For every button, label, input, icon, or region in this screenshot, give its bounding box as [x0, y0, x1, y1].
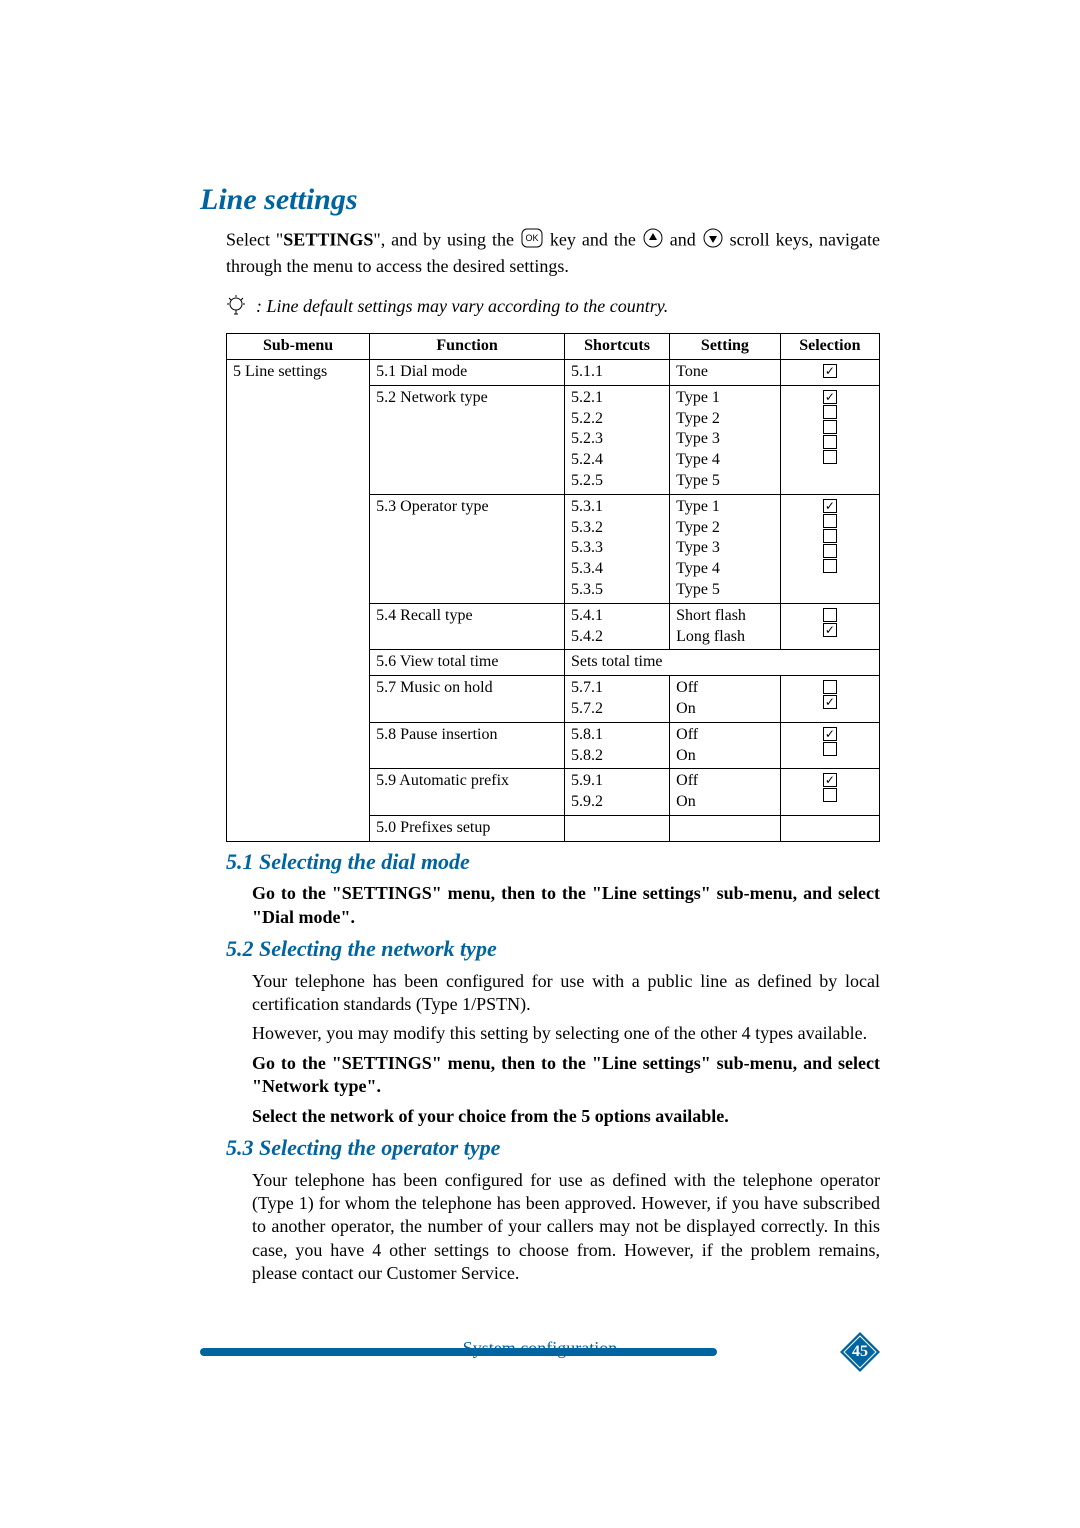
checkbox-icon — [823, 608, 837, 622]
note-text: : Line default settings may vary accordi… — [256, 295, 668, 318]
setting-cell: OffOn — [670, 676, 781, 723]
function-cell: 5.7 Music on hold — [370, 676, 565, 723]
setting-cell — [670, 815, 781, 841]
checkbox-icon — [823, 405, 837, 419]
shortcuts-cell: 5.3.15.3.25.3.35.3.45.3.5 — [564, 494, 669, 603]
checkbox-icon: ✓ — [823, 499, 837, 513]
shortcuts-cell — [564, 815, 669, 841]
checkbox-icon: ✓ — [823, 390, 837, 404]
intro-text: Select " — [226, 229, 283, 249]
checkbox-icon: ✓ — [823, 773, 837, 787]
setting-cell: OffOn — [670, 722, 781, 769]
intro-paragraph: Select "SETTINGS", and by using the OK k… — [226, 227, 880, 279]
shortcuts-cell: 5.7.15.7.2 — [564, 676, 669, 723]
function-cell: 5.8 Pause insertion — [370, 722, 565, 769]
selection-cell: ✓ — [780, 494, 879, 603]
section-5-2-p1: Your telephone has been configured for u… — [252, 970, 880, 1017]
selection-cell: ✓ — [780, 769, 879, 816]
checkbox-icon — [823, 788, 837, 802]
selection-cell: ✓ — [780, 603, 879, 650]
checkbox-icon: ✓ — [823, 695, 837, 709]
checkbox-icon: ✓ — [823, 364, 837, 378]
section-5-3-title: 5.3 Selecting the operator type — [226, 1134, 880, 1163]
function-cell: 5.2 Network type — [370, 385, 565, 494]
table-row: 5 Line settings5.1 Dial mode5.1.1Tone✓ — [227, 359, 880, 385]
section-5-2-p4: Select the network of your choice from t… — [252, 1105, 880, 1128]
page-footer: System configuration 45 — [200, 1338, 880, 1368]
function-cell: 5.6 View total time — [370, 650, 565, 676]
section-5-3-p1: Your telephone has been configured for u… — [252, 1169, 880, 1286]
shortcuts-cell: 5.1.1 — [564, 359, 669, 385]
selection-cell: ✓ — [780, 385, 879, 494]
shortcuts-cell: 5.8.15.8.2 — [564, 722, 669, 769]
up-arrow-key-icon — [642, 227, 664, 255]
function-cell: 5.3 Operator type — [370, 494, 565, 603]
checkbox-icon: ✓ — [823, 623, 837, 637]
function-cell: 5.4 Recall type — [370, 603, 565, 650]
line-settings-table: Sub-menu Function Shortcuts Setting Sele… — [226, 333, 880, 842]
section-5-2-title: 5.2 Selecting the network type — [226, 935, 880, 964]
setting-cell: Short flashLong flash — [670, 603, 781, 650]
intro-text: and — [664, 229, 702, 249]
span-cell: Sets total time — [564, 650, 879, 676]
checkbox-icon — [823, 514, 837, 528]
page-number-badge: 45 — [840, 1332, 880, 1372]
section-5-2-p3: Go to the "SETTINGS" menu, then to the "… — [252, 1052, 880, 1099]
selection-cell — [780, 815, 879, 841]
col-function: Function — [370, 334, 565, 360]
checkbox-icon — [823, 435, 837, 449]
checkbox-icon — [823, 742, 837, 756]
checkbox-icon — [823, 529, 837, 543]
function-cell: 5.1 Dial mode — [370, 359, 565, 385]
setting-cell: Type 1Type 2Type 3Type 4Type 5 — [670, 494, 781, 603]
section-5-1-title: 5.1 Selecting the dial mode — [226, 848, 880, 877]
setting-cell: OffOn — [670, 769, 781, 816]
shortcuts-cell: 5.9.15.9.2 — [564, 769, 669, 816]
down-arrow-key-icon — [702, 227, 724, 255]
selection-cell: ✓ — [780, 359, 879, 385]
checkbox-icon — [823, 544, 837, 558]
section-5-1-p1: Go to the "SETTINGS" menu, then to the "… — [252, 882, 880, 929]
footer-label: System configuration — [200, 1338, 880, 1359]
settings-word: SETTINGS — [283, 229, 373, 249]
checkbox-icon — [823, 420, 837, 434]
page-number: 45 — [840, 1332, 880, 1372]
col-setting: Setting — [670, 334, 781, 360]
submenu-cell: 5 Line settings — [227, 359, 370, 841]
setting-cell: Type 1Type 2Type 3Type 4Type 5 — [670, 385, 781, 494]
checkbox-icon — [823, 680, 837, 694]
section-5-2-p2: However, you may modify this setting by … — [252, 1022, 880, 1045]
col-selection: Selection — [780, 334, 879, 360]
checkbox-icon: ✓ — [823, 727, 837, 741]
col-shortcuts: Shortcuts — [564, 334, 669, 360]
selection-cell: ✓ — [780, 722, 879, 769]
shortcuts-cell: 5.2.15.2.25.2.35.2.45.2.5 — [564, 385, 669, 494]
shortcuts-cell: 5.4.15.4.2 — [564, 603, 669, 650]
checkbox-icon — [823, 559, 837, 573]
lightbulb-icon — [226, 295, 246, 325]
page-title: Line settings — [200, 180, 880, 219]
intro-text: ", and by using the — [373, 229, 520, 249]
intro-text: key and the — [544, 229, 642, 249]
col-submenu: Sub-menu — [227, 334, 370, 360]
function-cell: 5.0 Prefixes setup — [370, 815, 565, 841]
function-cell: 5.9 Automatic prefix — [370, 769, 565, 816]
ok-key-icon: OK — [520, 227, 544, 255]
selection-cell: ✓ — [780, 676, 879, 723]
checkbox-icon — [823, 450, 837, 464]
svg-text:OK: OK — [525, 233, 538, 243]
setting-cell: Tone — [670, 359, 781, 385]
